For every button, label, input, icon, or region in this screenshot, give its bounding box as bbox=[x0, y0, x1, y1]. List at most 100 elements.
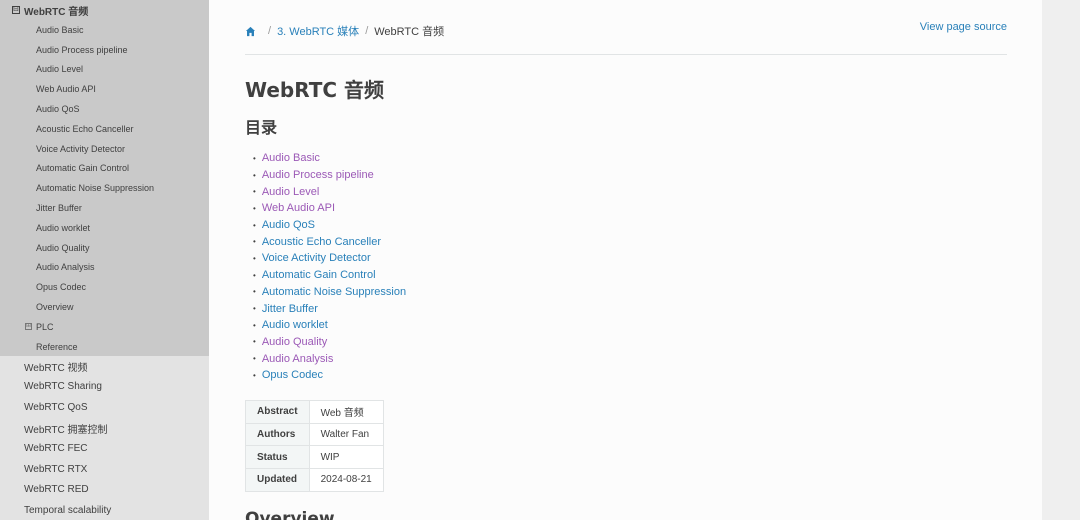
sidebar-item[interactable]: WebRTC FEC bbox=[0, 438, 209, 459]
meta-key: Updated bbox=[245, 468, 310, 492]
bullet-icon: • bbox=[253, 170, 256, 180]
sidebar-sub-item[interactable]: Voice Activity Detector bbox=[0, 139, 209, 159]
overview-heading: Overview bbox=[245, 509, 335, 520]
sidebar-sub-item[interactable]: Overview bbox=[0, 297, 209, 317]
bullet-icon: • bbox=[253, 270, 256, 280]
sidebar-sub-item-label: Jitter Buffer bbox=[36, 203, 82, 214]
page-title: WebRTC 音频 bbox=[245, 78, 385, 102]
toc-link[interactable]: Audio worklet bbox=[262, 319, 328, 331]
home-icon[interactable] bbox=[245, 26, 256, 37]
toc-link[interactable]: Audio Process pipeline bbox=[262, 169, 374, 181]
sidebar-sub-item-label: Opus Codec bbox=[36, 282, 87, 293]
meta-value: Walter Fan bbox=[308, 422, 384, 447]
sidebar-item[interactable]: WebRTC QoS bbox=[0, 397, 209, 418]
sidebar-top-level-list: WebRTC 视频 WebRTC Sharing WebRTC QoS WebRTC … bbox=[0, 356, 209, 520]
sidebar-sub-item[interactable]: Audio Basic bbox=[0, 20, 209, 40]
meta-key: Status bbox=[245, 445, 310, 470]
toc-link[interactable]: Audio Basic bbox=[262, 152, 320, 164]
toc-item: • Web Audio API bbox=[253, 200, 406, 217]
sidebar-sub-item-label: PLC bbox=[36, 321, 54, 332]
sidebar-sub-item-label: Acoustic Echo Canceller bbox=[36, 123, 134, 134]
bullet-icon: • bbox=[253, 253, 256, 263]
toc-link[interactable]: Opus Codec bbox=[262, 369, 323, 381]
toc-link[interactable]: Web Audio API bbox=[262, 202, 335, 214]
meta-value: Web 音频 bbox=[308, 400, 384, 424]
bullet-icon: • bbox=[253, 370, 256, 380]
toc-link[interactable]: Audio Quality bbox=[262, 336, 327, 348]
sidebar-sub-item-label: Audio Quality bbox=[36, 242, 90, 253]
sidebar-sub-item-label: Audio Analysis bbox=[36, 262, 95, 273]
breadcrumb-separator: / bbox=[268, 25, 272, 37]
table-row: Abstract Web 音频 bbox=[245, 400, 384, 424]
breadcrumb: / 3. WebRTC 媒体 / WebRTC 音频 bbox=[245, 23, 444, 39]
bullet-icon: • bbox=[253, 187, 256, 197]
toc-item: • Opus Codec bbox=[253, 367, 406, 384]
document-metadata-table: Abstract Web 音频 Authors Walter Fan Status WIP… bbox=[245, 400, 384, 492]
toc-link[interactable]: Automatic Gain Control bbox=[262, 269, 376, 281]
toc-link[interactable]: Jitter Buffer bbox=[262, 303, 318, 315]
sidebar-sub-item[interactable]: Jitter Buffer bbox=[0, 198, 209, 218]
collapse-icon[interactable]: ⊟ bbox=[12, 6, 20, 14]
toc-heading: 目录 bbox=[245, 118, 278, 137]
bullet-icon: • bbox=[253, 287, 256, 297]
sidebar-item[interactable]: WebRTC RED bbox=[0, 480, 209, 501]
meta-value: WIP bbox=[308, 445, 384, 470]
sidebar-sub-item[interactable]: ⊞ PLC bbox=[0, 317, 209, 337]
sidebar-sub-item[interactable]: Acoustic Echo Canceller bbox=[0, 119, 209, 139]
toc-link[interactable]: Audio QoS bbox=[262, 219, 315, 231]
sidebar-sub-item[interactable]: Web Audio API bbox=[0, 79, 209, 99]
header-divider bbox=[245, 54, 1007, 55]
breadcrumb-parent-link[interactable]: 3. WebRTC 媒体 bbox=[277, 23, 359, 39]
sidebar-sub-item[interactable]: Automatic Noise Suppression bbox=[0, 178, 209, 198]
toc-item: • Jitter Buffer bbox=[253, 300, 406, 317]
toc-item: • Audio Process pipeline bbox=[253, 167, 406, 184]
sidebar-sub-item-label: Audio Process pipeline bbox=[36, 44, 128, 55]
sidebar-sub-item-label: Voice Activity Detector bbox=[36, 143, 126, 154]
sidebar-sub-item[interactable]: Audio Level bbox=[0, 60, 209, 80]
sidebar-sub-item[interactable]: Audio Analysis bbox=[0, 258, 209, 278]
sidebar-sub-item[interactable]: Reference bbox=[0, 337, 209, 357]
sidebar-sub-item-label: Automatic Noise Suppression bbox=[36, 183, 155, 194]
sidebar-item[interactable]: WebRTC RTX bbox=[0, 459, 209, 480]
sidebar-item[interactable]: WebRTC Sharing bbox=[0, 377, 209, 398]
sidebar-item[interactable]: Temporal scalability bbox=[0, 500, 209, 520]
sidebar-item[interactable]: WebRTC 视频 bbox=[0, 356, 209, 377]
sidebar-section-label: WebRTC 音频 bbox=[24, 6, 89, 18]
sidebar-item[interactable]: WebRTC 拥塞控制 bbox=[0, 418, 209, 439]
main-content: / 3. WebRTC 媒体 / WebRTC 音频 View page sou… bbox=[209, 0, 1042, 520]
sidebar-sub-item[interactable]: Audio Process pipeline bbox=[0, 40, 209, 60]
toc-link[interactable]: Automatic Noise Suppression bbox=[262, 286, 406, 298]
view-page-source-link[interactable]: View page source bbox=[920, 21, 1007, 33]
table-of-contents: • Audio Basic • Audio Process pipeline • Audi… bbox=[253, 150, 406, 384]
sidebar-sub-item[interactable]: Opus Codec bbox=[0, 277, 209, 297]
sidebar-sub-item-label: Overview bbox=[36, 302, 74, 313]
toc-link[interactable]: Audio Level bbox=[262, 186, 320, 198]
toc-item: • Audio Quality bbox=[253, 334, 406, 351]
bullet-icon: • bbox=[253, 237, 256, 247]
toc-item: • Audio Analysis bbox=[253, 350, 406, 367]
toc-link[interactable]: Audio Analysis bbox=[262, 353, 334, 365]
sidebar-sub-item[interactable]: Audio QoS bbox=[0, 99, 209, 119]
sidebar-sub-item[interactable]: Audio worklet bbox=[0, 218, 209, 238]
sidebar-sub-item[interactable]: Automatic Gain Control bbox=[0, 159, 209, 179]
breadcrumb-current: WebRTC 音频 bbox=[374, 26, 445, 38]
bullet-icon: • bbox=[253, 203, 256, 213]
sidebar-sub-item-label: Audio Basic bbox=[36, 24, 84, 35]
sidebar-sub-item-label: Automatic Gain Control bbox=[36, 163, 130, 174]
sidebar-sub-list: Audio Basic Audio Process pipeline Audio L… bbox=[0, 20, 209, 357]
toc-item: • Acoustic Echo Canceller bbox=[253, 233, 406, 250]
bullet-icon: • bbox=[253, 354, 256, 364]
sidebar-sub-item-label: Web Audio API bbox=[36, 84, 96, 95]
sidebar-section-webrtc-audio[interactable]: ⊟ WebRTC 音频 bbox=[0, 0, 209, 20]
sidebar-sub-item-label: Audio QoS bbox=[36, 104, 80, 115]
table-row: Authors Walter Fan bbox=[245, 422, 384, 447]
sidebar-sub-item[interactable]: Audio Quality bbox=[0, 238, 209, 258]
toc-link[interactable]: Acoustic Echo Canceller bbox=[262, 236, 381, 248]
toc-link[interactable]: Voice Activity Detector bbox=[262, 252, 371, 264]
bullet-icon: • bbox=[253, 337, 256, 347]
bullet-icon: • bbox=[253, 320, 256, 330]
meta-key: Abstract bbox=[245, 400, 310, 424]
sidebar-current-section: ⊟ WebRTC 音频 Audio Basic Audio Process pip… bbox=[0, 0, 209, 356]
sidebar-sub-item-label: Audio Level bbox=[36, 64, 84, 75]
expand-icon[interactable]: ⊞ bbox=[25, 323, 32, 331]
